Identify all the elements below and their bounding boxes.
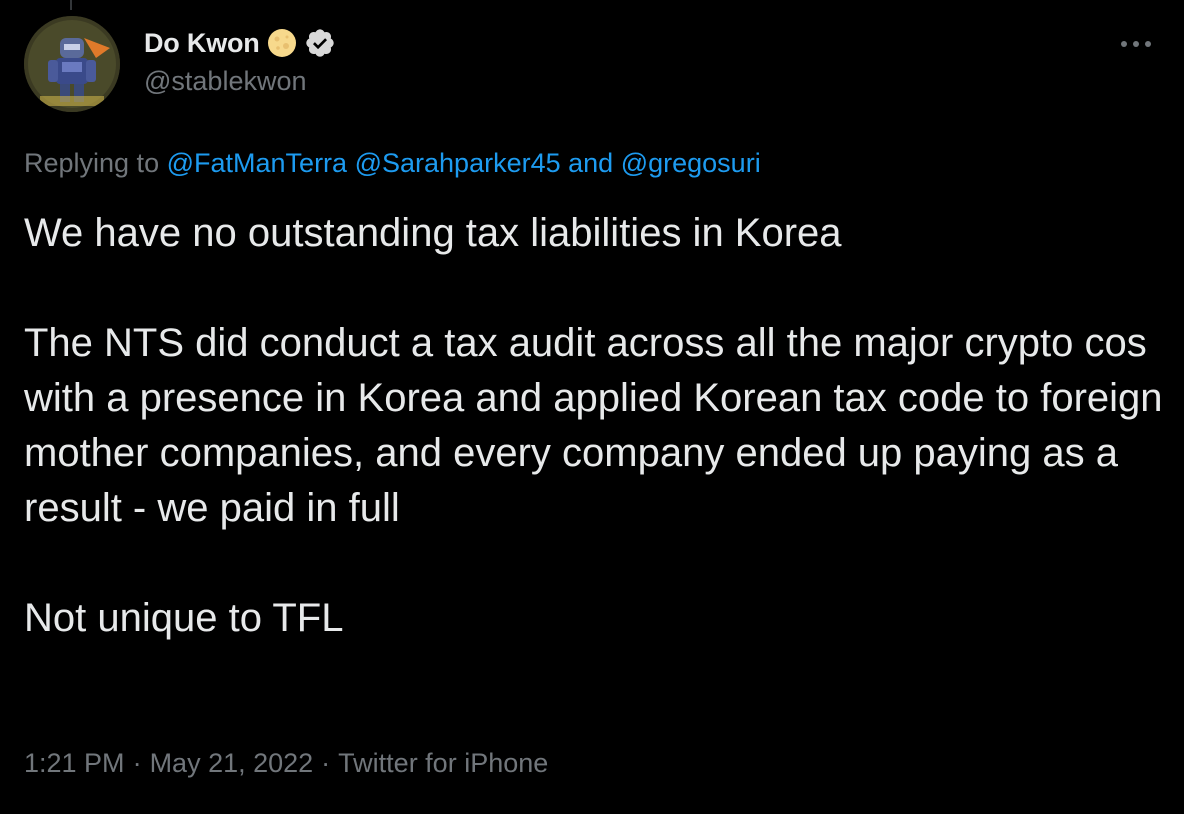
tweet-text: We have no outstanding tax liabilities i… — [24, 206, 1164, 646]
thread-connector-line — [70, 0, 72, 10]
tweet-paragraph: We have no outstanding tax liabilities i… — [24, 211, 842, 255]
mention-link[interactable]: @FatManTerra — [167, 148, 347, 178]
more-horizontal-icon — [1121, 41, 1151, 47]
moon-emoji-icon — [266, 27, 298, 59]
avatar[interactable] — [24, 16, 120, 112]
author-handle[interactable]: @stablekwon — [144, 66, 336, 97]
mention-link[interactable]: @gregosuri — [621, 148, 761, 178]
verified-badge-icon — [304, 27, 336, 59]
mention-link[interactable]: @Sarahparker45 — [355, 148, 561, 178]
replying-to-label: Replying to — [24, 148, 160, 178]
tweet-author: Do Kwon @stablekwon — [144, 24, 336, 97]
avatar-image — [24, 16, 120, 112]
separator-dot: · — [132, 748, 142, 778]
more-options-button[interactable] — [1116, 28, 1156, 60]
tweet-paragraph: The NTS did conduct a tax audit across a… — [24, 321, 1163, 530]
tweet-metadata: 1:21 PM · May 21, 2022 · Twitter for iPhone — [24, 748, 548, 779]
author-name-row: Do Kwon — [144, 24, 336, 62]
tweet-time[interactable]: 1:21 PM — [24, 748, 125, 778]
mention-conjunction[interactable]: and — [568, 148, 613, 178]
separator-dot: · — [321, 748, 331, 778]
tweet-date[interactable]: May 21, 2022 — [150, 748, 314, 778]
tweet-source: Twitter for iPhone — [338, 748, 549, 778]
tweet-paragraph: Not unique to TFL — [24, 596, 344, 640]
replying-to-line: Replying to @FatManTerra @Sarahparker45 … — [24, 148, 761, 179]
author-display-name[interactable]: Do Kwon — [144, 28, 260, 59]
